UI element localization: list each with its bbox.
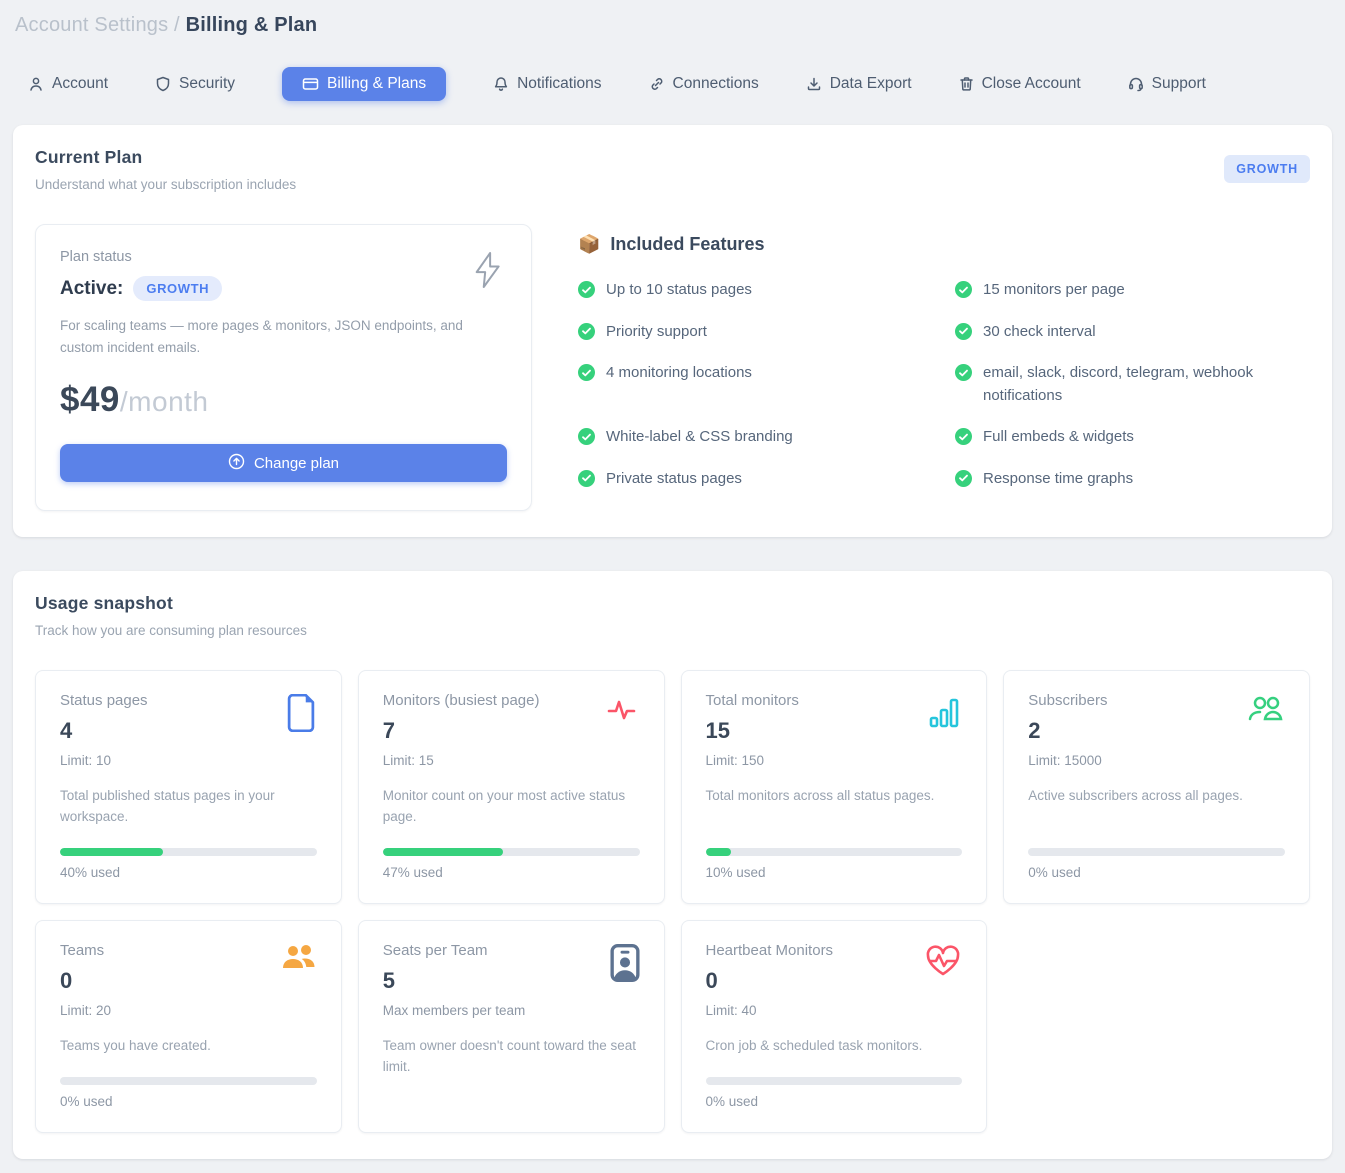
plan-status-card: Plan status Active: GROWTH For scaling t… xyxy=(35,224,532,511)
tab-security[interactable]: Security xyxy=(155,67,235,101)
usage-card-teams: Teams 0 Limit: 20 Teams you have created… xyxy=(35,920,342,1133)
usage-subtitle: Track how you are consuming plan resourc… xyxy=(35,623,307,638)
check-icon xyxy=(955,428,972,445)
arrow-up-circle-icon xyxy=(228,453,245,474)
tab-billing-plans[interactable]: Billing & Plans xyxy=(282,67,446,101)
change-plan-button[interactable]: Change plan xyxy=(60,444,507,482)
usage-title: Usage snapshot xyxy=(35,593,307,614)
check-icon xyxy=(578,470,595,487)
plan-status-badge: GROWTH xyxy=(133,276,222,301)
check-icon xyxy=(578,323,595,340)
usage-card-heartbeat-monitors: Heartbeat Monitors 0 Limit: 40 Cron job … xyxy=(681,920,988,1133)
progress-bar xyxy=(60,1077,317,1085)
feature-item: Up to 10 status pages xyxy=(578,279,911,302)
usage-card-monitors-busiest: Monitors (busiest page) 7 Limit: 15 Moni… xyxy=(358,670,665,904)
price-period: /month xyxy=(120,386,209,418)
file-icon xyxy=(285,694,317,737)
pulse-icon xyxy=(602,694,640,727)
features-list: Up to 10 status pages 15 monitors per pa… xyxy=(578,279,1288,490)
feature-item: 4 monitoring locations xyxy=(578,362,911,407)
check-icon xyxy=(955,470,972,487)
check-icon xyxy=(578,281,595,298)
feature-item: email, slack, discord, telegram, webhook… xyxy=(955,362,1288,407)
link-icon xyxy=(649,76,665,92)
tab-notifications[interactable]: Notifications xyxy=(493,67,601,101)
feature-item: White-label & CSS branding xyxy=(578,426,911,449)
check-icon xyxy=(578,428,595,445)
user-icon xyxy=(28,76,44,92)
feature-item: Priority support xyxy=(578,321,911,344)
plan-status-value: Active: xyxy=(60,278,123,300)
breadcrumb-section: Account Settings / xyxy=(15,14,186,36)
plan-status-label: Plan status xyxy=(60,249,507,265)
check-icon xyxy=(955,281,972,298)
settings-tab-bar: Account Security Billing & Plans Notific… xyxy=(13,67,1332,101)
plan-price: $49/month xyxy=(60,380,507,420)
usage-card-total-monitors: Total monitors 15 Limit: 150 Total monit… xyxy=(681,670,988,904)
feature-item: 15 monitors per page xyxy=(955,279,1288,302)
progress-bar xyxy=(60,848,317,856)
usage-card-seats-per-team: Seats per Team 5 Max members per team Te… xyxy=(358,920,665,1133)
trash-icon xyxy=(959,76,974,92)
current-plan-title: Current Plan xyxy=(35,147,296,168)
usage-card-status-pages: Status pages 4 Limit: 10 Total published… xyxy=(35,670,342,904)
plan-badge: GROWTH xyxy=(1224,155,1310,183)
tab-support[interactable]: Support xyxy=(1128,67,1206,101)
progress-bar xyxy=(383,848,640,856)
users-filled-icon xyxy=(281,944,317,977)
feature-item: Full embeds & widgets xyxy=(955,426,1288,449)
bar-chart-icon xyxy=(928,694,962,735)
current-plan-section: Current Plan Understand what your subscr… xyxy=(13,125,1332,537)
usage-card-subscribers: Subscribers 2 Limit: 15000 Active subscr… xyxy=(1003,670,1310,904)
price-amount: $49 xyxy=(60,380,120,420)
tab-connections[interactable]: Connections xyxy=(649,67,759,101)
tab-close-account[interactable]: Close Account xyxy=(959,67,1081,101)
included-features: 📦 Included Features Up to 10 status page… xyxy=(578,224,1310,511)
download-icon xyxy=(806,76,822,92)
tab-account[interactable]: Account xyxy=(28,67,108,101)
current-plan-subtitle: Understand what your subscription includ… xyxy=(35,177,296,192)
progress-bar xyxy=(706,848,963,856)
credit-card-icon xyxy=(302,76,319,92)
headset-icon xyxy=(1128,76,1144,92)
package-icon: 📦 xyxy=(578,234,600,255)
features-title: Included Features xyxy=(610,234,764,255)
page-title: Billing & Plan xyxy=(186,14,318,36)
bell-icon xyxy=(493,76,509,92)
progress-bar xyxy=(706,1077,963,1085)
billing-plan-page: Account Settings / Billing & Plan Accoun… xyxy=(0,0,1345,1173)
check-icon xyxy=(955,364,972,381)
check-icon xyxy=(578,364,595,381)
users-outline-icon xyxy=(1247,694,1285,729)
heart-pulse-icon xyxy=(924,944,962,983)
feature-item: 30 check interval xyxy=(955,321,1288,344)
lightning-icon xyxy=(471,251,505,294)
usage-snapshot-section: Usage snapshot Track how you are consumi… xyxy=(13,571,1332,1159)
tab-data-export[interactable]: Data Export xyxy=(806,67,912,101)
shield-icon xyxy=(155,76,171,92)
usage-grid: Status pages 4 Limit: 10 Total published… xyxy=(35,670,1310,1133)
progress-bar xyxy=(1028,848,1285,856)
breadcrumb: Account Settings / Billing & Plan xyxy=(13,10,1332,37)
feature-item: Private status pages xyxy=(578,468,911,491)
feature-item: Response time graphs xyxy=(955,468,1288,491)
id-badge-icon xyxy=(610,944,640,987)
check-icon xyxy=(955,323,972,340)
plan-description: For scaling teams — more pages & monitor… xyxy=(60,315,470,358)
